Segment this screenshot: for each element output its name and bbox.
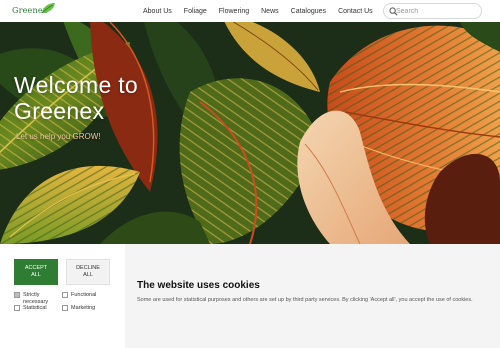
nav-about-us[interactable]: About Us [137, 8, 178, 15]
nav-catalogues[interactable]: Catalogues [285, 8, 332, 15]
strictly-necessary-checkbox[interactable] [14, 292, 20, 298]
functional-option[interactable]: Functional [62, 292, 96, 299]
functional-label: Functional [71, 292, 97, 298]
accept-label-line-1: ACCEPT [24, 265, 48, 271]
cookie-description: Some are used for statistical purposes a… [137, 297, 473, 303]
strictly-label-line-1: Strictly [23, 292, 40, 298]
nav-contact-us[interactable]: Contact Us [332, 8, 379, 15]
greenex-logo[interactable]: Greenex [12, 2, 56, 20]
nav-foliage[interactable]: Foliage [178, 8, 213, 15]
search-box[interactable] [383, 3, 482, 19]
functional-checkbox[interactable] [62, 292, 68, 298]
statistical-checkbox[interactable] [14, 305, 20, 311]
site-header: Greenex About Us Foliage Flowering News … [0, 0, 500, 22]
marketing-label: Marketing [71, 305, 96, 311]
leaf-icon [41, 3, 55, 14]
marketing-option[interactable]: Marketing [62, 305, 95, 312]
accept-all-button[interactable]: ACCEPT ALL [14, 259, 58, 285]
cookie-controls: ACCEPT ALL DECLINE ALL Strictly necessar… [0, 244, 125, 348]
cookie-title: The website uses cookies [137, 280, 260, 291]
decline-all-button[interactable]: DECLINE ALL [66, 259, 110, 285]
statistical-option[interactable]: Statistical [14, 305, 47, 312]
hero-title-line-2: Greenex [14, 98, 105, 124]
search-input[interactable] [396, 5, 476, 17]
hero-title-line-1: Welcome to [14, 72, 139, 98]
hero-title: Welcome to Greenex [14, 72, 138, 124]
decline-label-line-1: DECLINE [76, 265, 100, 271]
strictly-necessary-option[interactable]: Strictly necessary [14, 292, 48, 305]
marketing-checkbox[interactable] [62, 305, 68, 311]
strictly-label-line-2: necessary [23, 298, 49, 305]
accept-label-line-2: ALL [31, 272, 41, 278]
hero-banner: Welcome to Greenex Let us help you GROW! [0, 22, 500, 244]
cookie-banner: ACCEPT ALL DECLINE ALL Strictly necessar… [0, 244, 500, 348]
statistical-label: Statistical [23, 305, 47, 311]
hero-subtitle: Let us help you GROW! [16, 132, 101, 141]
nav-news[interactable]: News [255, 8, 285, 15]
decline-label-line-2: ALL [83, 272, 93, 278]
nav-flowering[interactable]: Flowering [213, 8, 255, 15]
main-nav: About Us Foliage Flowering News Catalogu… [137, 0, 379, 22]
